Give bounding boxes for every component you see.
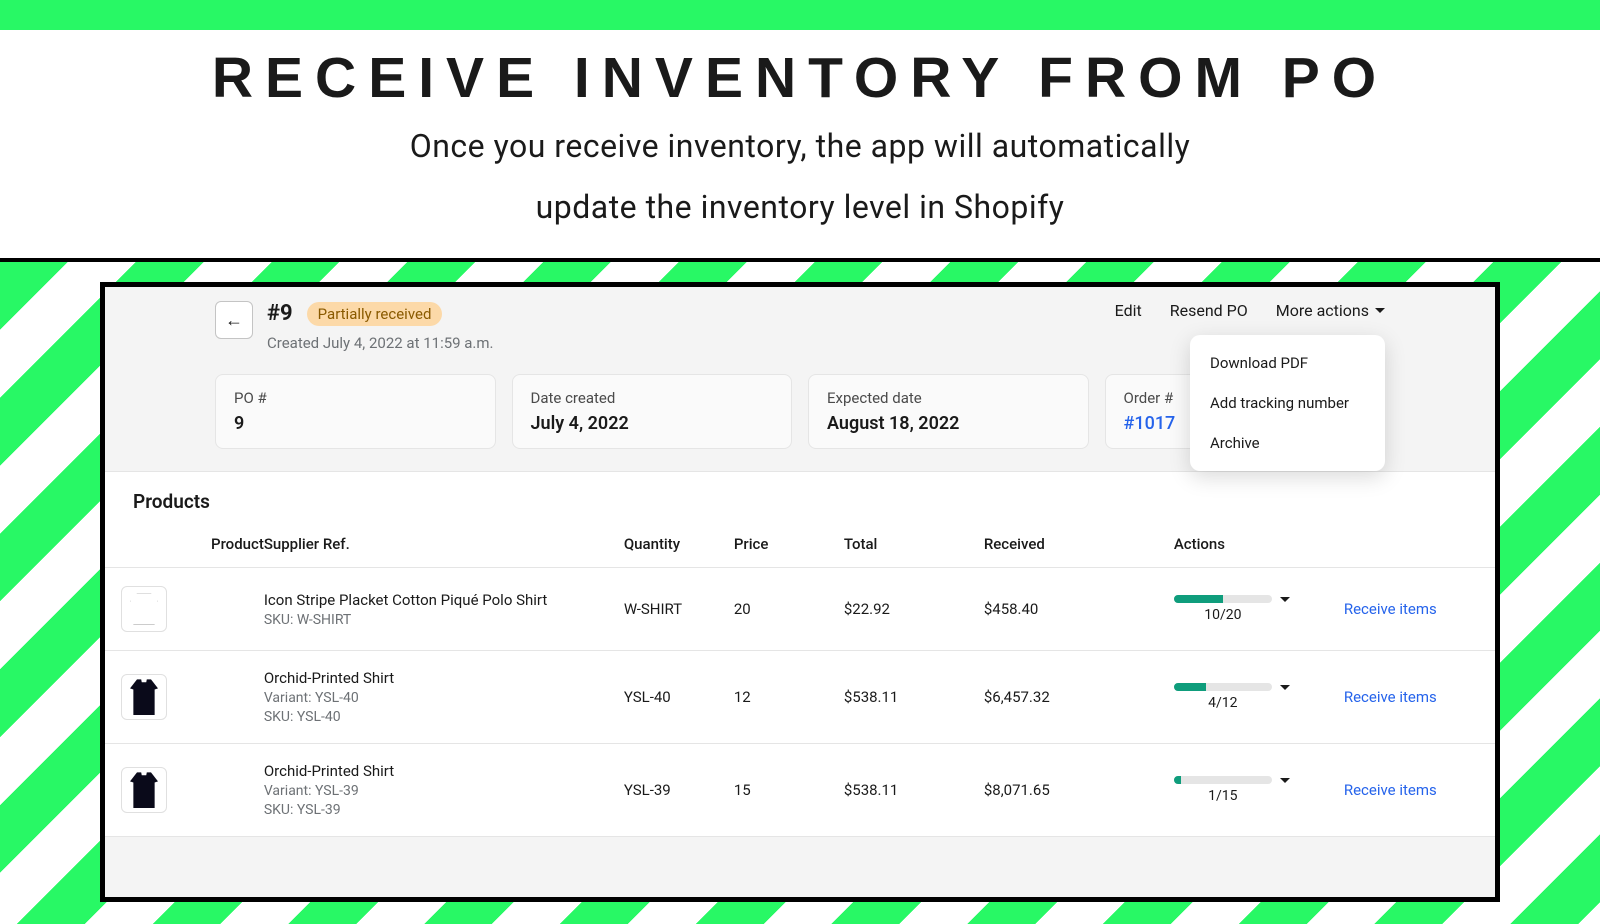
product-sku: SKU: YSL-39 xyxy=(264,802,624,818)
receive-items-link[interactable]: Receive items xyxy=(1344,781,1437,799)
col-actions: Actions xyxy=(1174,523,1344,568)
progress-bar xyxy=(1174,683,1272,691)
products-card: Products Product Supplier Ref. Quantity … xyxy=(105,471,1495,837)
col-received: Received xyxy=(984,523,1174,568)
product-name: Orchid-Printed Shirt xyxy=(264,669,624,687)
cell-total: $458.40 xyxy=(984,568,1174,651)
caret-down-icon[interactable] xyxy=(1280,685,1290,690)
hero-subtitle-2: update the inventory level in Shopify xyxy=(0,182,1600,233)
more-actions-button[interactable]: More actions xyxy=(1276,301,1385,320)
col-price: Price xyxy=(734,523,844,568)
summary-card: PO # 9 xyxy=(215,374,496,449)
status-badge: Partially received xyxy=(307,302,443,326)
card-label: Date created xyxy=(531,389,774,407)
card-label: Expected date xyxy=(827,389,1070,407)
card-value: August 18, 2022 xyxy=(827,413,1070,434)
hero: RECEIVE INVENTORY FROM PO Once you recei… xyxy=(0,30,1600,258)
col-ref: Supplier Ref. xyxy=(264,523,624,568)
download-pdf-item[interactable]: Download PDF xyxy=(1190,343,1385,383)
caret-down-icon[interactable] xyxy=(1280,778,1290,783)
cell-price: $538.11 xyxy=(844,744,984,837)
product-thumb xyxy=(121,586,167,632)
arrow-left-icon: ← xyxy=(225,310,243,331)
background: ← #9 Partially received Created July 4, … xyxy=(0,262,1600,924)
cell-ref: YSL-40 xyxy=(624,651,734,744)
edit-button[interactable]: Edit xyxy=(1115,301,1142,320)
col-product: Product xyxy=(105,523,264,568)
table-row: Orchid-Printed Shirt Variant: YSL-39 SKU: … xyxy=(105,744,1495,837)
back-button[interactable]: ← xyxy=(215,301,253,339)
cell-ref: W-SHIRT xyxy=(624,568,734,651)
products-table: Product Supplier Ref. Quantity Price Tot… xyxy=(105,523,1495,836)
po-title: #9 xyxy=(267,301,293,326)
product-name: Orchid-Printed Shirt xyxy=(264,762,624,780)
archive-item[interactable]: Archive xyxy=(1190,423,1385,463)
receive-items-link[interactable]: Receive items xyxy=(1344,600,1437,618)
shirt-icon xyxy=(130,772,158,808)
card-value: 9 xyxy=(234,413,477,434)
summary-card: Date created July 4, 2022 xyxy=(512,374,793,449)
cell-price: $538.11 xyxy=(844,651,984,744)
product-thumb xyxy=(121,674,167,720)
card-label: PO # xyxy=(234,389,477,407)
table-row: Orchid-Printed Shirt Variant: YSL-40 SKU: … xyxy=(105,651,1495,744)
cell-qty: 15 xyxy=(734,744,844,837)
hero-subtitle-1: Once you receive inventory, the app will… xyxy=(0,121,1600,172)
card-value: July 4, 2022 xyxy=(531,413,774,434)
more-actions-label: More actions xyxy=(1276,301,1369,320)
cell-total: $8,071.65 xyxy=(984,744,1174,837)
caret-down-icon[interactable] xyxy=(1280,597,1290,602)
caret-down-icon xyxy=(1375,308,1385,313)
received-count: 10/20 xyxy=(1174,607,1272,623)
summary-card: Expected date August 18, 2022 xyxy=(808,374,1089,449)
cell-total: $6,457.32 xyxy=(984,651,1174,744)
product-sku: SKU: W-SHIRT xyxy=(264,612,624,628)
col-qty: Quantity xyxy=(624,523,734,568)
hero-title: RECEIVE INVENTORY FROM PO xyxy=(0,45,1600,111)
product-variant: Variant: YSL-39 xyxy=(264,783,624,799)
shirt-icon xyxy=(130,679,158,715)
products-title: Products xyxy=(133,490,1467,513)
add-tracking-item[interactable]: Add tracking number xyxy=(1190,383,1385,423)
product-name: Icon Stripe Placket Cotton Piqué Polo Sh… xyxy=(264,591,624,609)
progress-bar xyxy=(1174,776,1272,784)
shirt-icon xyxy=(130,593,158,625)
col-total: Total xyxy=(844,523,984,568)
more-actions-menu: Download PDF Add tracking number Archive xyxy=(1190,335,1385,471)
receive-items-link[interactable]: Receive items xyxy=(1344,688,1437,706)
app-window: ← #9 Partially received Created July 4, … xyxy=(100,282,1500,902)
product-sku: SKU: YSL-40 xyxy=(264,709,624,725)
created-timestamp: Created July 4, 2022 at 11:59 a.m. xyxy=(267,334,1101,352)
cell-price: $22.92 xyxy=(844,568,984,651)
decorative-stripe xyxy=(0,0,1600,30)
cell-qty: 20 xyxy=(734,568,844,651)
product-thumb xyxy=(121,767,167,813)
progress-bar xyxy=(1174,595,1272,603)
resend-po-button[interactable]: Resend PO xyxy=(1170,301,1248,320)
received-count: 4/12 xyxy=(1174,695,1272,711)
table-row: Icon Stripe Placket Cotton Piqué Polo Sh… xyxy=(105,568,1495,651)
product-variant: Variant: YSL-40 xyxy=(264,690,624,706)
cell-qty: 12 xyxy=(734,651,844,744)
cell-ref: YSL-39 xyxy=(624,744,734,837)
received-count: 1/15 xyxy=(1174,788,1272,804)
